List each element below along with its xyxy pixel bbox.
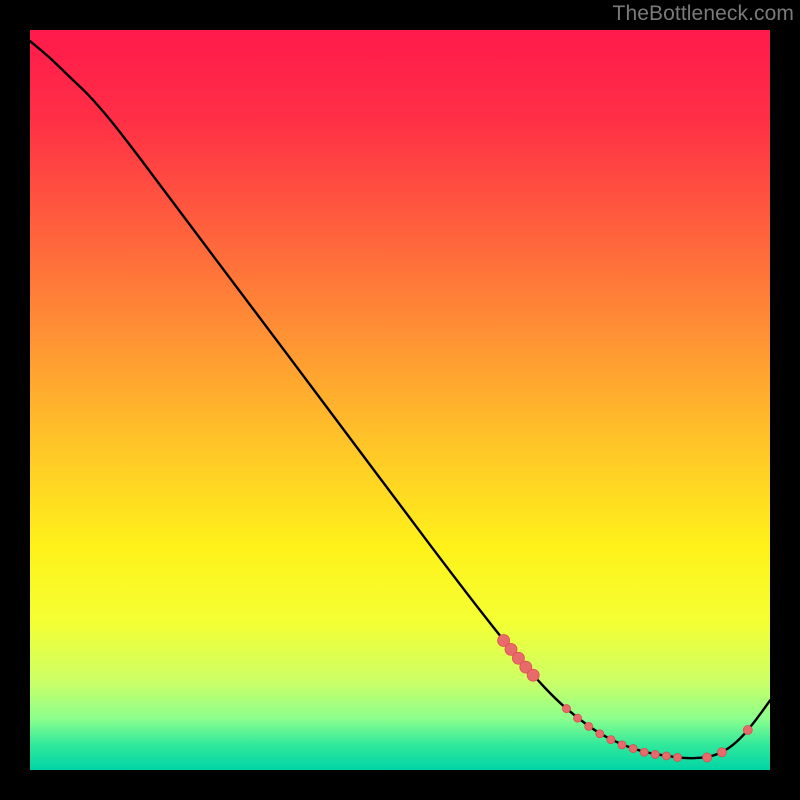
bottleneck-chart xyxy=(0,0,800,800)
curve-marker xyxy=(607,736,615,744)
curve-marker xyxy=(674,753,682,761)
curve-marker xyxy=(585,722,593,730)
curve-marker xyxy=(574,714,582,722)
curve-marker xyxy=(563,705,571,713)
plot-background xyxy=(30,30,770,770)
curve-marker xyxy=(629,745,637,753)
curve-marker xyxy=(703,753,712,762)
curve-marker xyxy=(527,669,539,681)
curve-marker xyxy=(717,748,726,757)
curve-marker xyxy=(662,752,670,760)
curve-marker xyxy=(596,730,604,738)
curve-marker xyxy=(651,750,659,758)
curve-marker xyxy=(743,726,752,735)
attribution-text: TheBottleneck.com xyxy=(613,2,794,26)
curve-marker xyxy=(618,741,626,749)
curve-marker xyxy=(640,748,648,756)
